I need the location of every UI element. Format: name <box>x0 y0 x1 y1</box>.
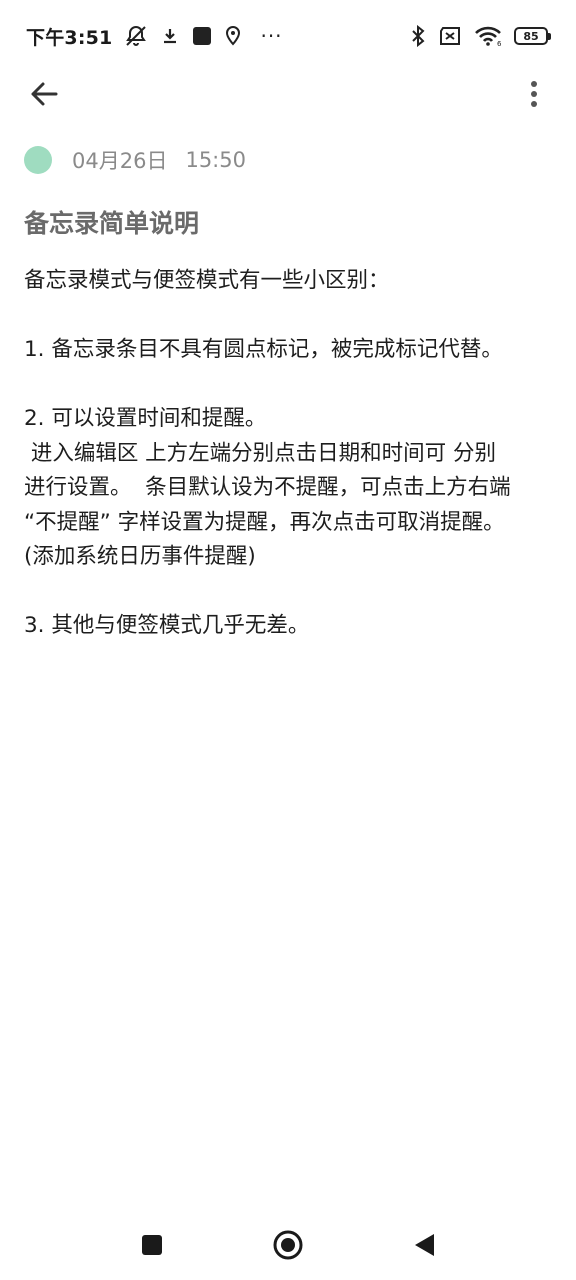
notifications-off-icon <box>124 24 148 48</box>
status-time: 下午3:51 <box>26 26 113 49</box>
note-date[interactable]: 04月26日 <box>72 145 167 175</box>
status-bar: 下午3:51 ··· 6 85 <box>0 0 576 72</box>
more-vertical-icon <box>531 81 537 107</box>
note-line: 2. 可以设置时间和提醒。 <box>24 406 267 431</box>
nav-back-button[interactable] <box>402 1223 446 1267</box>
download-icon <box>160 24 180 48</box>
note-line <box>24 368 556 403</box>
more-options-button[interactable] <box>512 72 556 116</box>
back-button[interactable] <box>22 72 66 116</box>
note-color-dot[interactable] <box>24 146 52 174</box>
note-line <box>24 299 556 334</box>
note-line: 1. 备忘录条目不具有圆点标记，被完成标记代替。 <box>24 337 503 362</box>
home-button[interactable] <box>266 1223 310 1267</box>
wifi-icon: 6 <box>474 24 502 48</box>
note-detail-screen: 下午3:51 ··· 6 85 04月26日 15:50 备忘录简单说明 备忘录… <box>0 0 576 1280</box>
system-nav-bar <box>0 1210 576 1280</box>
recents-button[interactable] <box>130 1223 174 1267</box>
more-dots-icon: ··· <box>260 24 283 48</box>
arrow-left-icon <box>31 82 58 106</box>
square-icon <box>192 24 212 48</box>
note-line: “不提醒” 字样设置为提醒，再次点击可取消提醒。 <box>24 509 505 535</box>
note-line: (添加系统日历事件提醒) <box>24 544 256 569</box>
note-line: 备忘录模式与便签模式有一些小区别： <box>24 268 390 293</box>
home-circle-icon <box>273 1230 303 1260</box>
status-left: 下午3:51 ··· <box>26 23 283 50</box>
note-meta-row: 04月26日 15:50 <box>24 144 246 176</box>
toolbar <box>0 70 576 118</box>
sim-off-icon <box>438 24 462 48</box>
recents-square-icon <box>142 1235 162 1255</box>
note-line <box>24 575 556 610</box>
battery-icon: 85 <box>514 27 551 45</box>
note-body[interactable]: 备忘录模式与便签模式有一些小区别： 1. 备忘录条目不具有圆点标记，被完成标记代… <box>24 264 556 644</box>
note-line: 3. 其他与便签模式几乎无差。 <box>24 613 310 638</box>
note-time[interactable]: 15:50 <box>185 148 246 172</box>
note-title[interactable]: 备忘录简单说明 <box>24 206 552 242</box>
svg-text:6: 6 <box>497 40 502 47</box>
location-icon <box>224 24 242 48</box>
note-line: 进入编辑区 上方左端分别点击日期和时间可 分别 <box>24 440 497 466</box>
note-line: 进行设置。 条目默认设为不提醒，可点击上方右端 <box>24 475 511 500</box>
bluetooth-icon <box>410 24 426 48</box>
back-triangle-icon <box>415 1234 434 1256</box>
status-right: 6 85 <box>410 24 551 48</box>
